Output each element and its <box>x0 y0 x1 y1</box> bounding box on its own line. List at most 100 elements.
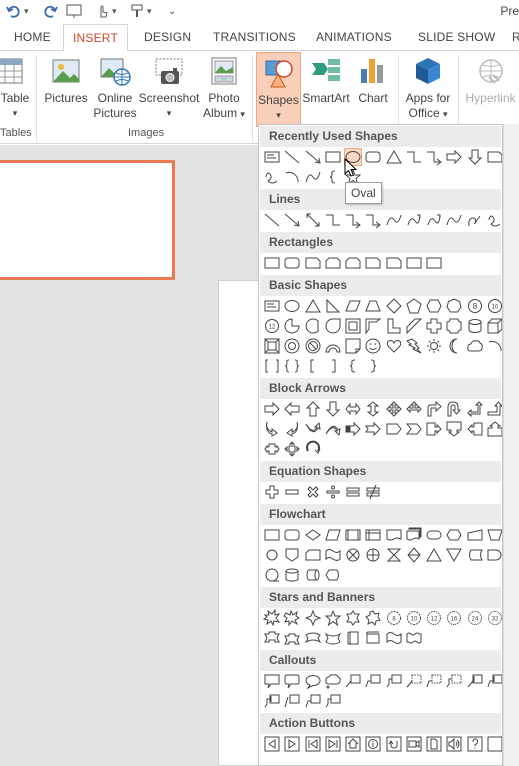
lrcallout-shape-icon[interactable] <box>263 440 281 458</box>
fcard-shape-icon[interactable] <box>304 546 322 564</box>
curvedl-shape-icon[interactable] <box>283 420 301 438</box>
snip-shape-icon[interactable] <box>486 148 502 166</box>
star10-shape-icon[interactable]: 10 <box>405 609 423 627</box>
fstored-shape-icon[interactable] <box>466 546 484 564</box>
n8-shape-icon[interactable]: 8 <box>466 297 484 315</box>
expl1-shape-icon[interactable] <box>262 608 281 627</box>
hept-shape-icon[interactable] <box>445 297 463 315</box>
para-shape-icon[interactable] <box>344 297 362 315</box>
fpredef-shape-icon[interactable] <box>344 526 362 544</box>
touch-mode-icon[interactable] <box>96 2 110 20</box>
cline3-shape-icon[interactable] <box>324 692 342 710</box>
ccloud-shape-icon[interactable] <box>324 672 342 690</box>
diagstripe-shape-icon[interactable] <box>405 317 423 335</box>
cline3b-shape-icon[interactable] <box>263 692 281 710</box>
star8-shape-icon[interactable]: 8 <box>385 609 403 627</box>
curvedribbon-shape-icon[interactable] <box>304 629 322 647</box>
stripedr-shape-icon[interactable] <box>344 420 362 438</box>
plaque-shape-icon[interactable] <box>445 317 463 335</box>
fsort-shape-icon[interactable] <box>405 546 423 564</box>
darrow-shape-icon[interactable] <box>324 400 342 418</box>
lshape-shape-icon[interactable] <box>385 317 403 335</box>
slideshow-start-icon[interactable] <box>66 2 82 20</box>
minus-shape-icon[interactable] <box>283 483 301 501</box>
arc-shape-icon[interactable] <box>324 337 342 355</box>
line-shape-icon[interactable] <box>283 148 301 166</box>
noteq-shape-icon[interactable] <box>364 483 382 501</box>
lrarrow-shape-icon[interactable] <box>344 400 362 418</box>
smiley-shape-icon[interactable] <box>364 337 382 355</box>
table-button[interactable]: Table ▾ <box>0 51 30 121</box>
ab_blank-shape-icon[interactable] <box>486 735 502 753</box>
curvearrow-shape-icon[interactable] <box>405 211 423 229</box>
bentup-shape-icon[interactable] <box>486 400 502 418</box>
brackets-shape-icon[interactable] <box>263 357 281 375</box>
cline1-shape-icon[interactable] <box>344 672 362 690</box>
fmanualin-shape-icon[interactable] <box>466 526 484 544</box>
curve-shape-icon[interactable] <box>304 168 322 186</box>
rect-shape-icon[interactable] <box>324 148 342 166</box>
hex-shape-icon[interactable] <box>425 297 443 315</box>
udarrow-shape-icon[interactable] <box>364 400 382 418</box>
dcallout-shape-icon[interactable] <box>445 420 463 438</box>
equal-shape-icon[interactable] <box>344 483 362 501</box>
touch-dropdown-icon[interactable]: ▾ <box>112 2 117 20</box>
bevel-shape-icon[interactable] <box>263 337 281 355</box>
arrowline-shape-icon[interactable] <box>283 211 301 229</box>
fterm-shape-icon[interactable] <box>425 526 443 544</box>
star7-shape-icon[interactable] <box>364 609 382 627</box>
halfframe-shape-icon[interactable] <box>364 317 382 335</box>
braces-shape-icon[interactable] <box>283 357 301 375</box>
elbowarrow-shape-icon[interactable] <box>425 148 443 166</box>
star24-shape-icon[interactable]: 24 <box>466 609 484 627</box>
tear-shape-icon[interactable] <box>324 317 342 335</box>
fdelay-shape-icon[interactable] <box>486 546 502 564</box>
rcallout-shape-icon[interactable] <box>425 420 443 438</box>
curvedr-shape-icon[interactable] <box>263 420 281 438</box>
rtri-shape-icon[interactable] <box>324 297 342 315</box>
nosym-shape-icon[interactable] <box>304 337 322 355</box>
customize-qat-icon[interactable]: ⌄ <box>168 2 176 20</box>
moon-shape-icon[interactable] <box>445 337 463 355</box>
snip2-shape-icon[interactable] <box>324 254 342 272</box>
tab-home[interactable]: HOME <box>14 24 51 51</box>
fdata-shape-icon[interactable] <box>324 526 342 544</box>
notchedr-shape-icon[interactable] <box>364 420 382 438</box>
chord-shape-icon[interactable] <box>304 317 322 335</box>
arcline-shape-icon[interactable] <box>283 168 301 186</box>
format-dropdown-icon[interactable]: ▾ <box>147 2 152 20</box>
elbow-shape-icon[interactable] <box>405 148 423 166</box>
undo-dropdown-icon[interactable]: ▾ <box>24 2 29 20</box>
elbowarrow-shape-icon[interactable] <box>344 211 362 229</box>
crrect-shape-icon[interactable] <box>283 672 301 690</box>
apps-for-office-button[interactable]: Apps for Office ▾ <box>402 51 454 122</box>
crect-shape-icon[interactable] <box>263 672 281 690</box>
arcline-shape-icon[interactable] <box>486 337 502 355</box>
shapes-button[interactable]: Shapes ▾ <box>256 52 301 127</box>
tab-review[interactable]: R <box>512 24 519 51</box>
finternal-shape-icon[interactable] <box>364 526 382 544</box>
vscroll-shape-icon[interactable] <box>344 629 362 647</box>
tab-insert[interactable]: INSERT <box>63 24 128 52</box>
lbrace-shape-icon[interactable] <box>324 168 342 186</box>
fmanualop-shape-icon[interactable] <box>486 526 502 544</box>
fdisplay-shape-icon[interactable] <box>324 566 342 584</box>
ab_doc-shape-icon[interactable] <box>425 735 443 753</box>
ab_back-shape-icon[interactable] <box>263 735 281 753</box>
tab-animations[interactable]: ANIMATIONS <box>316 24 392 51</box>
ab_end-shape-icon[interactable] <box>324 735 342 753</box>
cline1b-shape-icon[interactable] <box>466 672 484 690</box>
rrect-shape-icon[interactable] <box>364 148 382 166</box>
gallery-scrollbar[interactable] <box>503 124 519 766</box>
cross-shape-icon[interactable] <box>425 317 443 335</box>
ab_fwd-shape-icon[interactable] <box>283 735 301 753</box>
ab_movie-shape-icon[interactable] <box>405 735 423 753</box>
cline2-shape-icon[interactable] <box>364 672 382 690</box>
uturn-shape-icon[interactable] <box>445 400 463 418</box>
fdecision-shape-icon[interactable] <box>304 526 322 544</box>
bolt-shape-icon[interactable] <box>405 337 423 355</box>
larrow-shape-icon[interactable] <box>283 400 301 418</box>
snip-shape-icon[interactable] <box>304 254 322 272</box>
bentarrow-shape-icon[interactable] <box>425 400 443 418</box>
n12-shape-icon[interactable]: 12 <box>263 317 281 335</box>
